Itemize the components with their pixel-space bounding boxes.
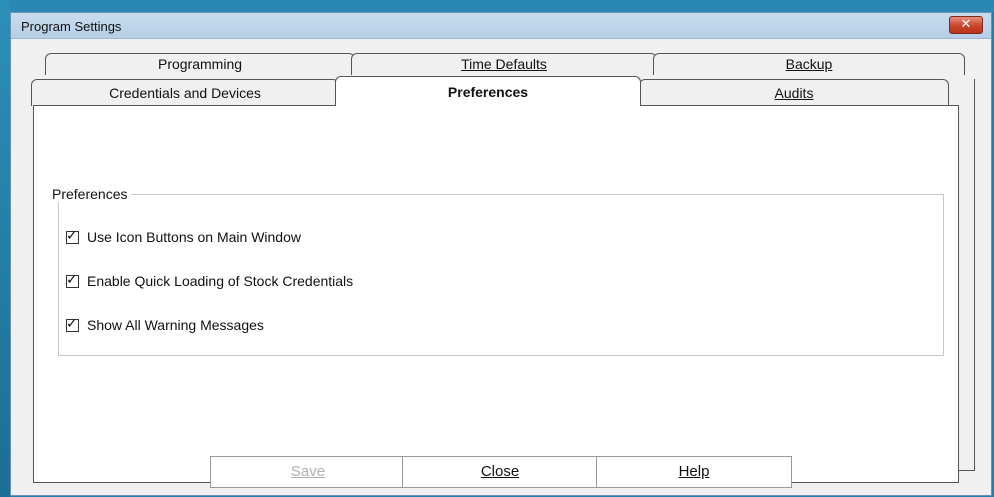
checkbox[interactable]: ✓ xyxy=(66,271,79,288)
tab-time-defaults-label: Time Defaults xyxy=(461,56,547,72)
tab-preferences[interactable]: Preferences xyxy=(335,76,641,106)
window-title: Program Settings xyxy=(21,19,122,34)
tab-audits-label: Audits xyxy=(774,85,814,101)
checkmark-icon: ✓ xyxy=(66,315,78,332)
tab-credentials-label: Credentials and Devices xyxy=(109,85,261,101)
checkmark-icon: ✓ xyxy=(66,271,78,288)
help-button[interactable]: Help xyxy=(596,456,792,488)
checkmark-icon: ✓ xyxy=(66,227,78,244)
tab-programming-label: Programming xyxy=(157,56,243,72)
checkbox[interactable]: ✓ xyxy=(66,227,79,244)
option-use-icon-buttons[interactable]: ✓ Use Icon Buttons on Main Window xyxy=(66,228,301,246)
save-button-label: Save xyxy=(290,463,326,480)
tab-programming[interactable]: Programming xyxy=(45,53,355,75)
preferences-tab-page: Preferences ✓ Use Icon Buttons on Main W… xyxy=(33,105,959,488)
help-button-label: Help xyxy=(678,463,710,480)
desktop-background-left xyxy=(0,0,10,497)
option-label: Enable Quick Loading of Stock Credential… xyxy=(87,273,354,289)
option-quick-loading[interactable]: ✓ Enable Quick Loading of Stock Credenti… xyxy=(66,272,353,290)
tab-preferences-label: Preferences xyxy=(447,84,529,100)
save-button[interactable]: Save xyxy=(210,456,406,488)
tab-credentials-and-devices[interactable]: Credentials and Devices xyxy=(31,79,339,106)
close-window-button[interactable]: ✕ xyxy=(949,16,983,34)
desktop-background-top xyxy=(0,0,994,12)
preferences-group-label: Preferences xyxy=(48,186,132,202)
option-label: Show All Warning Messages xyxy=(87,317,264,333)
program-settings-window: Program Settings ✕ Programming Time Defa… xyxy=(10,12,992,496)
option-label: Use Icon Buttons on Main Window xyxy=(87,229,301,245)
tab-backup-label: Backup xyxy=(785,56,833,72)
title-bar[interactable]: Program Settings ✕ xyxy=(11,13,991,39)
tab-audits[interactable]: Audits xyxy=(639,79,949,106)
tab-backup[interactable]: Backup xyxy=(653,53,965,75)
close-button[interactable]: Close xyxy=(402,456,598,488)
checkbox[interactable]: ✓ xyxy=(66,315,79,332)
option-show-warnings[interactable]: ✓ Show All Warning Messages xyxy=(66,316,264,334)
tab-time-defaults[interactable]: Time Defaults xyxy=(351,53,657,75)
close-button-label: Close xyxy=(480,463,520,480)
